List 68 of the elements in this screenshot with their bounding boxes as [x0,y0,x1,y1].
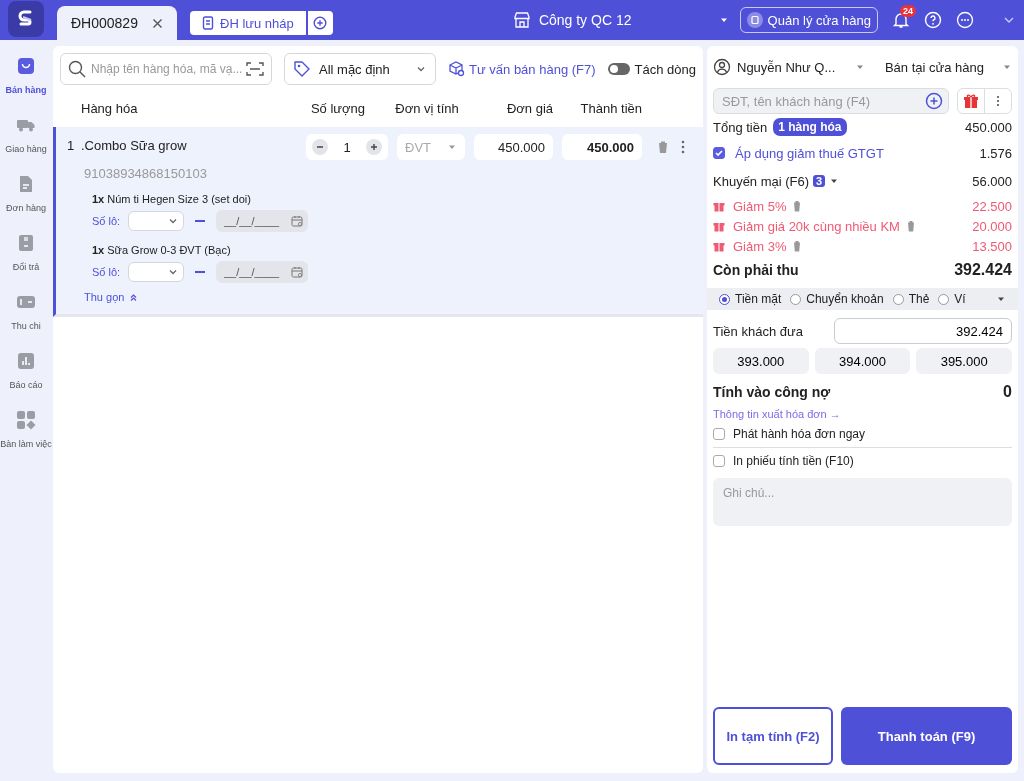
product-search-field[interactable]: Nhập tên hàng hóa, mã vạ... [60,53,272,85]
barcode-text: 91038934868150103 [83,166,208,181]
promotion-name: Giảm 5% [733,198,787,214]
sidebar-item[interactable]: Thu chi [0,292,52,351]
price-field[interactable]: 450.000 [474,134,553,160]
line-total-field[interactable]: 450.000 [562,134,642,160]
option-label: In phiếu tính tiền (F10) [733,454,854,468]
total-label: Tổng tiền [713,119,768,135]
draft-orders-button[interactable]: ĐH lưu nháp [190,11,306,35]
vat-discount-label: Áp dụng giảm thuế GTGT [735,145,884,161]
column-header: Số lượng [309,100,367,116]
vat-amount: 1.576 [979,145,1012,161]
quantity-value[interactable]: 1 [343,139,351,155]
promotion-discount: 13.500 [972,238,1012,254]
sidebar-item[interactable]: Báo cáo [0,351,52,410]
quick-amount-button[interactable]: 395.000 [916,348,1012,374]
quick-amount-button[interactable]: 393.000 [713,348,809,374]
promotion-count: 3 [813,175,826,187]
store-name: Công ty QC 12 [538,12,632,28]
promotion-name: Giảm 3% [733,238,787,254]
debt-amount: 0 [1003,383,1012,401]
payment-method-label[interactable]: Thẻ [908,292,930,306]
print-preview-button[interactable]: In tạm tính (F2) [713,707,833,765]
customer-search-field[interactable]: SĐT, tên khách hàng (F4) [713,88,949,114]
column-header: Đơn giá [505,100,553,116]
lot-label: Số lô: [92,215,122,227]
store-management-button[interactable]: Quản lý cửa hàng [739,7,878,33]
payment-method-label[interactable]: Ví [954,292,966,306]
cash-given-label: Tiền khách đưa [713,323,803,339]
payment-method-label[interactable]: Chuyển khoản [806,292,884,306]
sidebar-item[interactable]: Bàn làm việc [0,410,52,469]
column-header: Hàng hóa [81,100,139,116]
promotion-discount: 22.500 [972,198,1012,214]
checkout-button[interactable]: Thanh toán (F9) [841,707,1012,765]
total-amount: 450.000 [965,119,1012,135]
sidebar-item[interactable]: Đơn hàng [0,174,52,233]
debt-label: Tính vào công nợ [713,384,831,400]
cash-given-field[interactable]: 392.424 [834,318,1012,344]
notification-badge: 24 [900,5,916,17]
component-name: 1x Sữa Grow 0-3 ĐVT (Bạc) [92,244,232,256]
component-name: 1x Núm ti Hegen Size 3 (set doi) [92,193,252,205]
promotion-name: Giảm giá 20k cùng nhiều KM [733,218,900,234]
sidebar-item[interactable]: Bán hàng [0,56,52,115]
line-number: 1 [67,138,76,153]
item-count-badge: 1 hàng hóa [773,118,847,136]
sales-advice-link[interactable]: Tư vấn bán hàng (F7) [448,60,596,78]
price-list-select[interactable]: All mặc định [284,53,437,85]
promotion-discount: 20.000 [972,218,1012,234]
order-tab[interactable]: ĐH000829 [57,6,177,40]
promotion-label: Khuyến mại (F6) [713,173,810,189]
amount-due: 392.424 [954,261,1012,279]
lot-label: Số lô: [92,266,122,278]
collapse-link[interactable]: Thu gọn [84,291,139,303]
sidebar-item[interactable]: Giao hàng [0,115,52,174]
seller-select[interactable]: Nguyễn Như Q... [713,58,866,76]
sales-channel-select[interactable]: Bán tại cửa hàng [884,59,1012,75]
option-label: Phát hành hóa đơn ngay [733,427,865,441]
toggle-label: Tách dòng [634,61,696,77]
sidebar-item[interactable]: Đổi trả [0,233,52,292]
product-name: .Combo Sữa grow [81,138,188,153]
invoice-info-link[interactable]: Thông tin xuất hóa đơn → [713,408,841,420]
promotion-amount: 56.000 [972,173,1012,189]
note-field[interactable]: Ghi chú... [713,478,1012,526]
column-header: Thành tiền [579,100,642,116]
quick-amount-button[interactable]: 394.000 [814,348,911,374]
amount-due-label: Còn phải thu [713,262,799,278]
payment-method-label[interactable]: Tiền mặt [735,292,782,306]
column-header: Đơn vị tính [394,100,460,116]
